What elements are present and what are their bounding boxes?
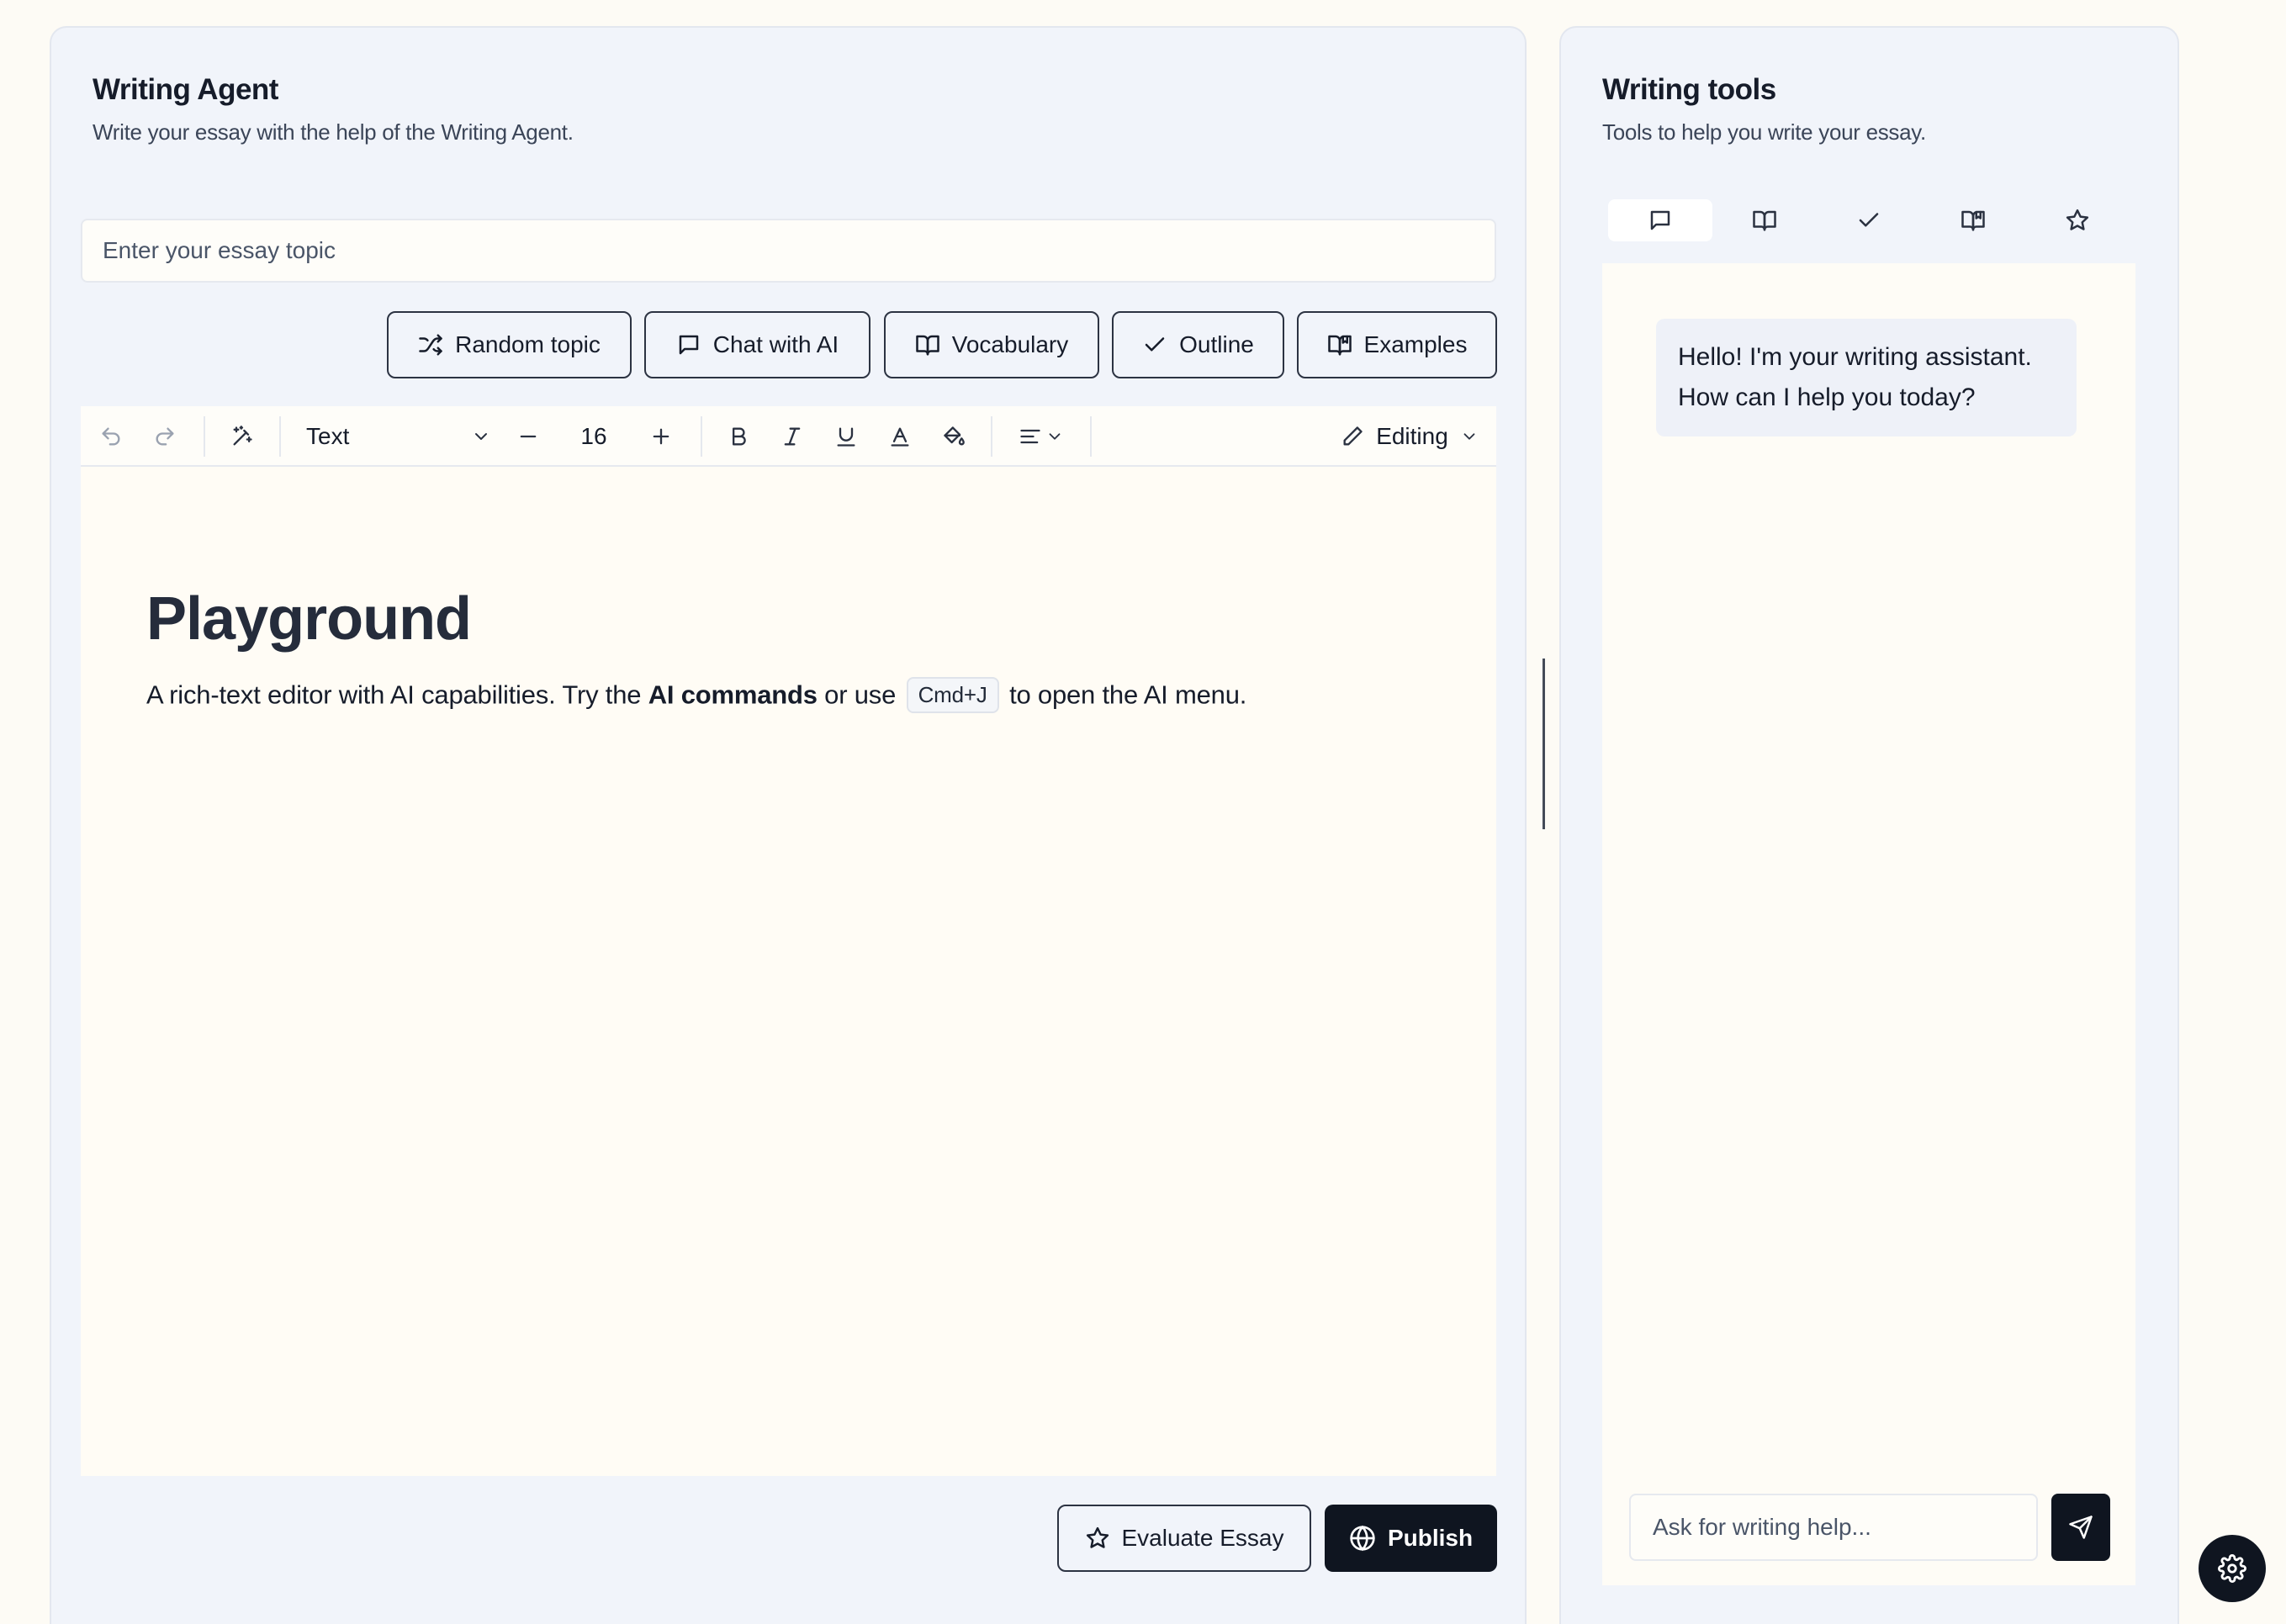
mode-value: Editing	[1376, 423, 1448, 449]
document-paragraph[interactable]: A rich-text editor with AI capabilities.…	[146, 677, 1247, 715]
assistant-message: Hello! I'm your writing assistant. How c…	[1656, 319, 2077, 436]
ai-magic-button[interactable]	[224, 418, 261, 455]
align-left-icon	[1020, 429, 1040, 444]
shuffle-icon	[419, 334, 442, 356]
font-size-decrease-button[interactable]	[510, 418, 547, 455]
globe-icon	[1350, 1525, 1375, 1552]
shortcut-kbd: Cmd+J	[906, 677, 999, 713]
underline-icon	[837, 427, 855, 447]
bold-button[interactable]	[720, 418, 757, 455]
italic-icon	[784, 427, 801, 446]
examples-button[interactable]: Examples	[1297, 311, 1497, 378]
evaluate-essay-button[interactable]: Evaluate Essay	[1057, 1505, 1311, 1572]
book-open-icon	[915, 335, 939, 356]
toolbar-divider	[1090, 416, 1092, 457]
book-marked-icon	[1961, 210, 1985, 231]
paragraph-text: or use	[817, 680, 903, 710]
italic-button[interactable]	[774, 418, 811, 455]
check-icon	[1145, 337, 1165, 352]
outline-label: Outline	[1179, 331, 1254, 357]
undo-button[interactable]	[93, 418, 130, 455]
rich-text-editor[interactable]: Playground A rich-text editor with AI ca…	[81, 467, 1496, 1476]
tab-evaluate[interactable]	[2025, 199, 2130, 241]
minus-icon	[520, 435, 537, 438]
send-icon	[2069, 1516, 2093, 1539]
examples-label: Examples	[1363, 331, 1468, 357]
pencil-icon	[1343, 426, 1363, 446]
chat-icon	[1650, 210, 1670, 230]
writing-tools-title: Writing tools	[1602, 73, 1776, 106]
text-color-button[interactable]	[881, 418, 918, 455]
toolbar-divider	[701, 416, 702, 457]
tab-examples[interactable]	[1921, 199, 2025, 241]
publish-label: Publish	[1387, 1525, 1474, 1551]
chat-icon	[679, 335, 699, 355]
book-open-icon	[1753, 210, 1776, 231]
tab-vocabulary[interactable]	[1712, 199, 1817, 241]
gear-icon	[2218, 1554, 2246, 1583]
book-marked-icon	[1327, 335, 1352, 356]
vocabulary-button[interactable]: Vocabulary	[884, 311, 1099, 378]
panel-resize-handle[interactable]	[1543, 659, 1545, 829]
settings-button[interactable]	[2199, 1535, 2266, 1602]
redo-icon	[156, 427, 174, 446]
writing-tools-subtitle: Tools to help you write your essay.	[1602, 119, 1926, 145]
chat-area: Hello! I'm your writing assistant. How c…	[1602, 263, 2135, 1585]
underline-button[interactable]	[828, 418, 865, 455]
paragraph-text: A rich-text editor with AI capabilities.…	[146, 680, 648, 710]
document-heading[interactable]: Playground	[146, 585, 472, 653]
block-type-select[interactable]: Text	[298, 418, 500, 455]
random-topic-button[interactable]: Random topic	[387, 311, 632, 378]
redo-button[interactable]	[146, 418, 183, 455]
random-topic-label: Random topic	[455, 331, 601, 357]
bold-icon	[733, 427, 746, 446]
check-icon	[1859, 213, 1879, 227]
assistant-message-line: Hello! I'm your writing assistant.	[1678, 343, 2032, 371]
chevron-down-icon	[1049, 433, 1061, 440]
chat-with-ai-label: Chat with AI	[712, 331, 839, 357]
chat-with-ai-button[interactable]: Chat with AI	[644, 311, 870, 378]
paint-bucket-icon	[944, 426, 965, 446]
tab-outline[interactable]	[1817, 199, 1921, 241]
evaluate-essay-label: Evaluate Essay	[1121, 1525, 1284, 1551]
tab-chat[interactable]	[1608, 199, 1712, 241]
star-icon	[2066, 209, 2089, 230]
mode-select[interactable]: Editing	[1334, 418, 1485, 455]
writing-agent-subtitle: Write your essay with the help of the Wr…	[93, 119, 574, 145]
toolbar-divider	[279, 416, 281, 457]
text-color-icon	[891, 427, 909, 447]
block-type-value: Text	[306, 423, 350, 449]
undo-icon	[102, 427, 120, 446]
chevron-down-icon	[1463, 433, 1475, 440]
assistant-message-line: How can I help you today?	[1678, 384, 1976, 411]
editor-toolbar: Text 16 Editing	[81, 406, 1496, 467]
chat-input[interactable]	[1629, 1494, 2038, 1561]
paragraph-bold-text: AI commands	[648, 680, 818, 710]
toolbar-divider	[204, 416, 205, 457]
essay-topic-input[interactable]	[81, 219, 1496, 283]
send-button[interactable]	[2051, 1494, 2110, 1561]
highlight-color-button[interactable]	[935, 418, 972, 455]
outline-button[interactable]: Outline	[1112, 311, 1284, 378]
toolbar-divider	[991, 416, 992, 457]
paragraph-text: to open the AI menu.	[1002, 680, 1247, 710]
align-select[interactable]	[1009, 418, 1073, 455]
writing-agent-title: Writing Agent	[93, 73, 278, 106]
font-size-value[interactable]: 16	[560, 418, 627, 455]
plus-icon	[653, 428, 669, 445]
star-icon	[1086, 1526, 1109, 1548]
font-size-increase-button[interactable]	[643, 418, 680, 455]
magic-wand-icon	[233, 426, 252, 446]
publish-button[interactable]: Publish	[1325, 1505, 1497, 1572]
chevron-down-icon	[475, 433, 487, 440]
vocabulary-label: Vocabulary	[951, 331, 1069, 357]
